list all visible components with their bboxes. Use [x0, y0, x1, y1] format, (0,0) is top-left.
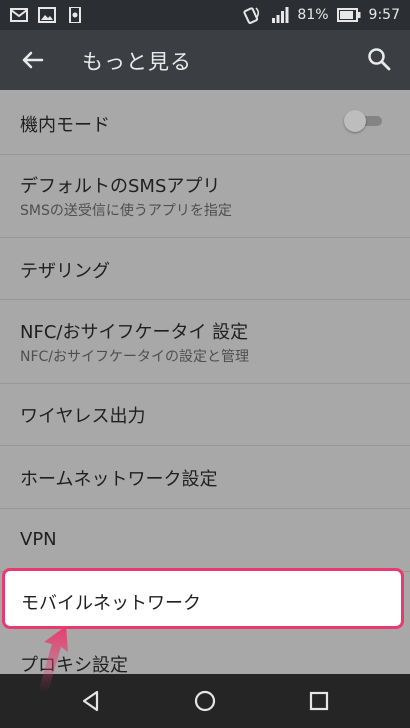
battery-icon [336, 8, 361, 22]
page-title: もっと見る [82, 50, 192, 74]
airplane-mode-toggle[interactable] [344, 110, 382, 132]
list-item-wireless-output[interactable]: ワイヤレス出力 [0, 384, 410, 446]
mail-icon [10, 8, 28, 22]
list-item-mobile-network[interactable]: モバイルネットワーク [2, 568, 404, 629]
list-item-subtitle: SMSの送受信に使うアプリを指定 [20, 203, 232, 219]
pointer-arrow-icon [38, 626, 68, 692]
list-item-title: VPN [20, 529, 57, 550]
nav-home-icon[interactable] [192, 688, 218, 714]
nfc-icon [243, 7, 260, 24]
list-item-title: NFC/おサイフケータイ 設定 [20, 322, 249, 343]
list-item-title: テザリング [20, 261, 110, 282]
list-item-title: 機内モード [20, 115, 110, 136]
clock: 9:57 [368, 7, 400, 23]
sim-card-icon [69, 7, 81, 23]
nav-recents-icon[interactable] [306, 688, 332, 714]
list-item-title: ホームネットワーク設定 [20, 469, 218, 490]
list-item-tethering[interactable]: テザリング [0, 238, 410, 300]
list-item-subtitle: NFC/おサイフケータイの設定と管理 [20, 349, 250, 365]
list-item-home-network[interactable]: ホームネットワーク設定 [0, 446, 410, 509]
list-item-vpn[interactable]: VPN [0, 509, 410, 572]
status-bar: 81% 9:57 [0, 0, 410, 30]
signal-icon [272, 7, 289, 23]
list-item-airplane-mode[interactable]: 機内モード [0, 90, 410, 155]
battery-percent: 81% [297, 7, 329, 23]
list-item-default-sms-app[interactable]: デフォルトのSMSアプリ SMSの送受信に使うアプリを指定 [0, 155, 410, 238]
image-icon [38, 7, 56, 23]
search-icon[interactable] [366, 46, 392, 72]
list-item-title: ワイヤレス出力 [20, 406, 146, 427]
list-item-title: モバイルネットワーク [21, 593, 201, 614]
list-item-nfc-settings[interactable]: NFC/おサイフケータイ 設定 NFC/おサイフケータイの設定と管理 [0, 300, 410, 384]
nav-back-icon[interactable] [78, 688, 104, 714]
app-bar: もっと見る [0, 30, 410, 90]
list-item-title: デフォルトのSMSアプリ [20, 176, 221, 197]
back-arrow-icon[interactable] [18, 46, 46, 74]
